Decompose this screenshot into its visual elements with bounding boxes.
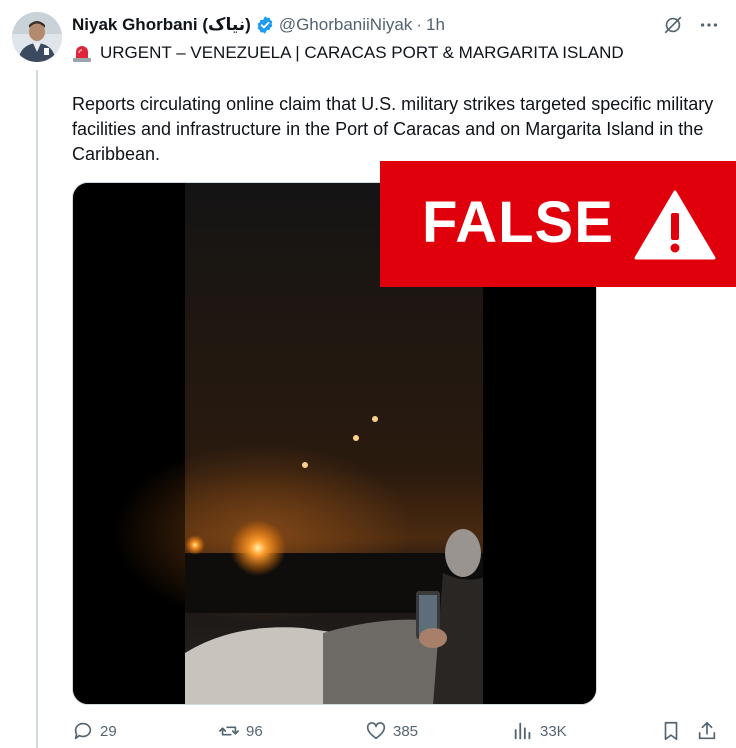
grok-icon[interactable]	[662, 14, 684, 36]
bookmark-icon	[664, 721, 678, 741]
headline-text: URGENT – VENEZUELA | CARACAS PORT & MARG…	[100, 43, 624, 62]
header-actions	[662, 14, 720, 36]
siren-emoji-icon	[73, 46, 91, 62]
post-headline: URGENT – VENEZUELA | CARACAS PORT & MARG…	[72, 43, 624, 63]
timestamp[interactable]: 1h	[426, 15, 445, 35]
warning-icon	[634, 190, 716, 260]
post-body: Reports circulating online claim that U.…	[72, 94, 714, 164]
false-label-banner: FALSE	[380, 161, 736, 287]
views-button[interactable]: 33K	[512, 720, 567, 742]
separator-dot: ·	[416, 15, 422, 34]
reply-count: 29	[100, 722, 117, 740]
post-header: Niyak Ghorbani (نیاک) @GhorbaniiNiyak · …	[72, 14, 445, 36]
display-name[interactable]: Niyak Ghorbani (نیاک)	[72, 15, 251, 35]
like-button[interactable]: 385	[365, 720, 418, 742]
repost-count: 96	[246, 722, 263, 740]
like-count: 385	[393, 722, 419, 740]
bookmark-button[interactable]	[660, 720, 688, 742]
share-button[interactable]	[696, 720, 724, 742]
verified-badge-icon	[257, 16, 273, 34]
repost-button[interactable]: 96	[218, 720, 263, 742]
false-label-text: FALSE	[422, 190, 614, 255]
action-bar: 29 96 385 33K	[72, 720, 722, 748]
thread-line	[36, 70, 38, 748]
more-icon[interactable]	[698, 14, 720, 36]
views-icon	[514, 722, 531, 740]
reply-button[interactable]: 29	[72, 720, 117, 742]
avatar-photo	[12, 12, 62, 62]
reply-icon	[74, 722, 92, 740]
views-count: 33K	[540, 722, 567, 740]
repost-icon	[219, 726, 239, 736]
handle[interactable]: @GhorbaniiNiyak	[279, 15, 412, 35]
heart-icon	[366, 722, 386, 740]
share-icon	[698, 721, 716, 740]
avatar[interactable]	[12, 12, 62, 62]
